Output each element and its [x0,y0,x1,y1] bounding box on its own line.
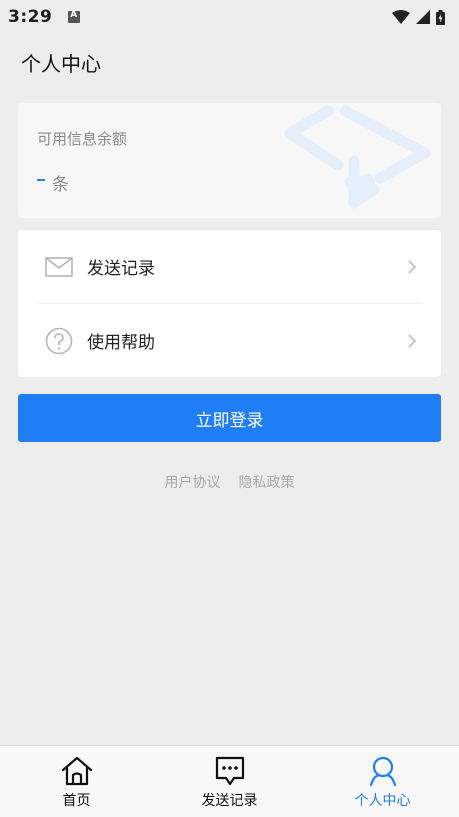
bottom-nav: 首页 发送记录 个人中心 [0,745,459,817]
nav-label: 首页 [62,793,91,809]
balance-value-placeholder [37,179,45,181]
user-agreement-link[interactable]: 用户协议 [165,472,221,492]
app-notification-icon [68,10,81,23]
footer-links: 用户协议 隐私政策 [0,472,459,492]
nav-item-send-records[interactable]: 发送记录 [153,746,306,817]
status-right [392,9,445,25]
balance-unit: 条 [52,175,69,195]
chevron-right-icon [408,259,416,274]
battery-icon [436,9,445,25]
screen: 3:29 个人中心 可用信 [0,0,459,817]
menu-card: 发送记录 使用帮助 [18,230,441,377]
login-button[interactable]: 立即登录 [18,394,441,442]
status-time: 3:29 [8,7,53,27]
home-icon [61,756,92,786]
chat-icon [215,756,244,786]
nav-label: 个人中心 [354,793,411,809]
menu-item-help[interactable]: 使用帮助 [18,304,441,377]
paper-plane-decoration-icon [284,105,431,209]
status-bar: 3:29 [0,0,459,34]
nav-item-home[interactable]: 首页 [0,746,153,817]
help-icon [45,327,73,354]
mail-icon [45,256,73,277]
page-title: 个人中心 [21,52,101,76]
nav-item-profile[interactable]: 个人中心 [306,746,459,817]
wifi-icon [392,10,410,24]
menu-item-send-records[interactable]: 发送记录 [18,230,441,303]
menu-item-label: 使用帮助 [87,333,155,353]
balance-card: 可用信息余额 条 [18,103,441,218]
user-icon [369,756,396,786]
chevron-right-icon [408,333,416,348]
nav-label: 发送记录 [201,793,258,809]
signal-icon [416,10,430,24]
balance-label: 可用信息余额 [37,130,128,148]
menu-item-label: 发送记录 [87,259,155,279]
status-left: 3:29 [8,7,81,27]
privacy-policy-link[interactable]: 隐私政策 [239,472,295,492]
